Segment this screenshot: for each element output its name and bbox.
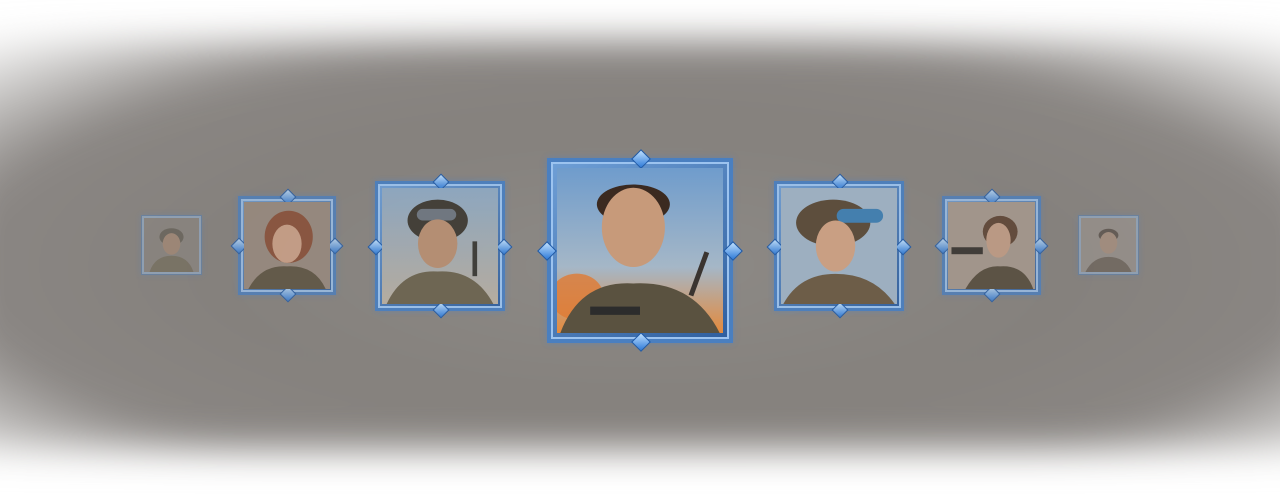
portrait-card-5[interactable]: [766, 173, 912, 319]
portrait-male-soldier: [557, 168, 723, 333]
portrait-card-1[interactable]: [141, 215, 202, 275]
portrait-card-2[interactable]: [230, 188, 344, 303]
portrait-female-redhair: [244, 202, 330, 289]
portrait-card-6[interactable]: [934, 188, 1049, 303]
portrait-female-rifle: [948, 202, 1035, 289]
portrait-card-4-selected[interactable]: [537, 149, 743, 352]
portrait-soldier-goggles: [382, 188, 498, 304]
portrait-female-goggles: [781, 188, 897, 304]
portrait-card-3[interactable]: [367, 173, 513, 319]
carousel-stage: [0, 0, 1280, 502]
character-carousel: [0, 0, 1280, 502]
portrait-male-soldier-small: [1081, 218, 1136, 272]
portrait-card-7[interactable]: [1078, 215, 1139, 275]
portrait-soldier-helmet: [144, 218, 199, 272]
